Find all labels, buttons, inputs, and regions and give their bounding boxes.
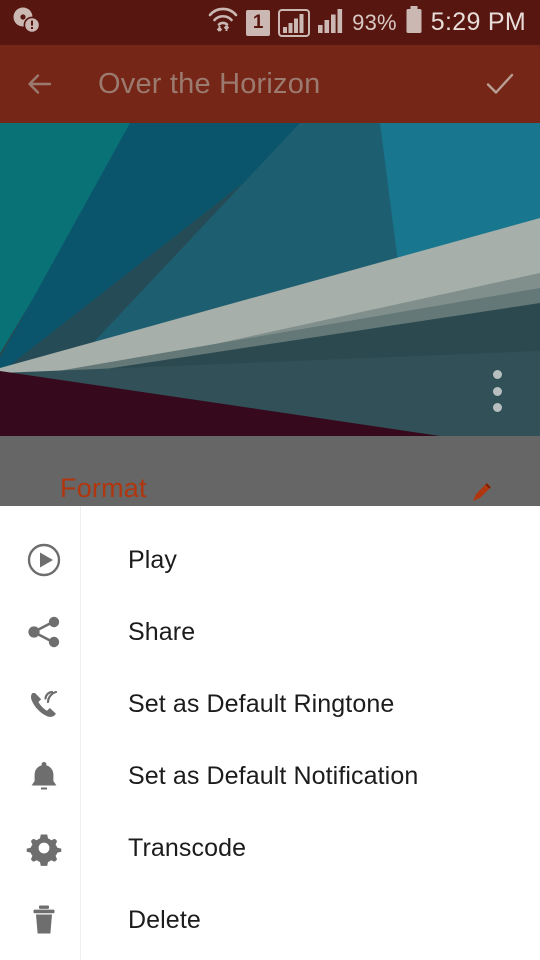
menu-item-label: Share	[128, 617, 196, 646]
bell-icon	[20, 752, 68, 800]
album-artwork[interactable]	[0, 123, 540, 436]
menu-item-play[interactable]: Play	[0, 524, 540, 596]
overflow-dot	[492, 370, 502, 379]
ringtone-phone-icon	[20, 680, 68, 728]
sim-indicator: 1	[246, 9, 271, 36]
battery-icon	[405, 6, 423, 39]
battery-percent-label: 93%	[352, 9, 397, 35]
menu-list: Play Share Set as Default Ringtone Set a…	[0, 506, 540, 956]
overflow-dot	[492, 403, 502, 412]
play-circle-icon	[20, 536, 68, 584]
trash-icon	[20, 896, 68, 944]
menu-item-set-ringtone[interactable]: Set as Default Ringtone	[0, 668, 540, 740]
clock-label: 5:29 PM	[430, 8, 526, 36]
disc-alert-icon	[12, 6, 42, 39]
menu-item-label: Play	[128, 545, 178, 574]
back-arrow-icon[interactable]	[18, 62, 62, 106]
format-label: Format	[60, 473, 147, 503]
menu-item-share[interactable]: Share	[0, 596, 540, 668]
status-bar-left	[12, 6, 42, 39]
signal-bars-framed-icon	[278, 8, 311, 37]
page-title: Over the Horizon	[98, 67, 321, 100]
menu-item-delete[interactable]: Delete	[0, 884, 540, 956]
overflow-dot	[492, 386, 502, 396]
menu-item-label: Transcode	[128, 833, 247, 862]
status-bar: 1 93% 5:29 PM	[0, 0, 540, 45]
menu-item-set-notification[interactable]: Set as Default Notification	[0, 740, 540, 812]
menu-item-label: Set as Default Ringtone	[128, 689, 395, 718]
overflow-menu-icon[interactable]	[482, 366, 512, 416]
bottom-sheet-menu: Play Share Set as Default Ringtone Set a…	[0, 506, 540, 960]
app-bar: Over the Horizon	[0, 45, 540, 123]
menu-item-transcode[interactable]: Transcode	[0, 812, 540, 884]
menu-item-label: Delete	[128, 905, 201, 934]
signal-bars-icon	[318, 7, 344, 38]
gear-icon	[20, 824, 68, 872]
wifi-icon	[208, 5, 238, 40]
status-bar-right: 1 93% 5:29 PM	[208, 5, 526, 40]
check-icon[interactable]	[478, 62, 522, 106]
phone-screen: 1 93% 5:29 PM Over the Horizon Format Pl…	[0, 0, 540, 960]
edit-pencil-icon[interactable]	[469, 479, 495, 505]
share-icon	[20, 608, 68, 656]
menu-item-label: Set as Default Notification	[128, 761, 419, 790]
detail-section-scrim: Format	[0, 436, 540, 506]
